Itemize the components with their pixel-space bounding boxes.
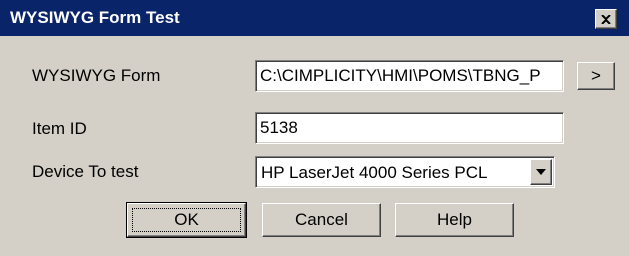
close-icon: [601, 14, 611, 24]
ok-button[interactable]: OK: [126, 202, 247, 238]
device-label: Device To test: [32, 162, 139, 181]
item-id-label: Item ID: [32, 119, 87, 138]
wysiwyg-form-input[interactable]: C:\CIMPLICITY\HMI\POMS\TBNG_P: [255, 60, 564, 92]
device-select-value: HP LaserJet 4000 Series PCL: [261, 163, 488, 182]
device-dropdown-button[interactable]: [530, 159, 552, 185]
dialog-body: WYSIWYG Form C:\CIMPLICITY\HMI\POMS\TBNG…: [0, 36, 629, 256]
device-select[interactable]: HP LaserJet 4000 Series PCL: [255, 156, 555, 188]
browse-button[interactable]: >: [577, 62, 615, 90]
window-title: WYSIWYG Form Test: [10, 8, 180, 27]
title-bar: WYSIWYG Form Test: [0, 0, 629, 36]
help-button[interactable]: Help: [395, 203, 514, 237]
cancel-button[interactable]: Cancel: [262, 203, 381, 237]
ok-button-label: OK: [174, 210, 199, 229]
wysiwyg-form-label: WYSIWYG Form: [32, 66, 161, 85]
close-button[interactable]: [595, 9, 617, 29]
chevron-down-icon: [536, 169, 546, 175]
item-id-input[interactable]: 5138: [255, 112, 564, 144]
